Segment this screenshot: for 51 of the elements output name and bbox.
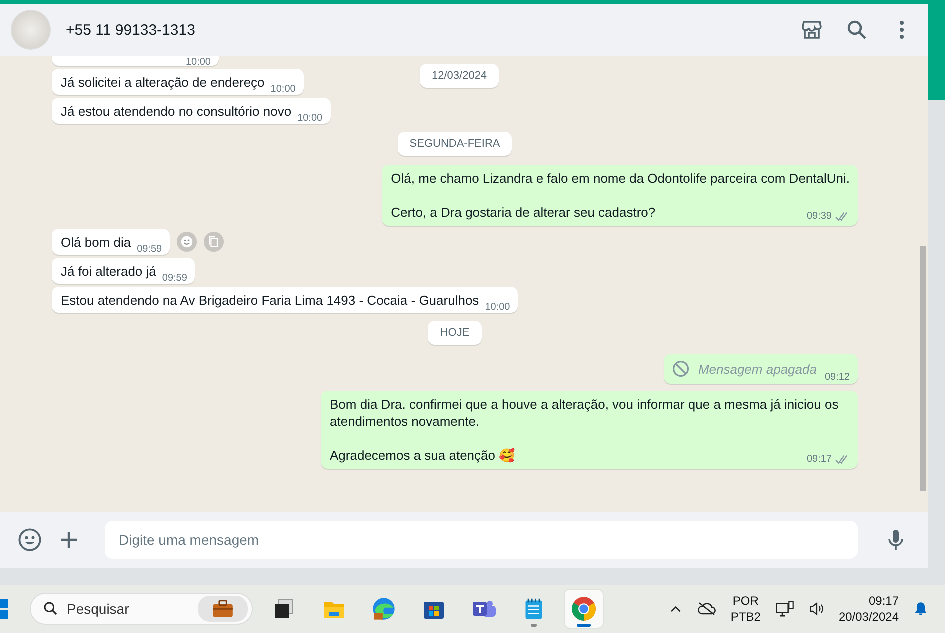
message-time: 10:00 — [298, 113, 323, 124]
message-bubble[interactable]: Já solicitei a alteração de endereço 10:00 — [52, 69, 304, 95]
message-input[interactable]: Digite uma mensagem — [105, 521, 858, 559]
date-divider: HOJE — [428, 321, 482, 345]
message-bubble[interactable]: Bom dia Dra. confirmei que a houve a alteração, vou informar que a mesma já iniciou os atendimentos novamente. Agradecemos a sua atenção 🥰 09:17 — [321, 391, 858, 469]
message-text: Já estou atendendo no consultório novo — [61, 103, 292, 120]
message-text: Certo, a Dra gostaria de alterar seu cadastro? — [391, 204, 656, 221]
message-time: 09:59 — [137, 244, 162, 255]
scrollbar-thumb[interactable] — [920, 246, 926, 491]
message-text: Bom dia Dra. confirmei que a houve a alteração, vou informar que a mesma já iniciou os atendimentos novamente. — [330, 396, 840, 430]
date-divider: 12/03/2024 — [420, 64, 500, 88]
message-text: Olá, me chamo Lizandra e falo em nome da Odontolife parceira com DentalUni. — [391, 170, 850, 187]
contact-name[interactable]: +55 11 99133-1313 — [66, 22, 785, 38]
network-icon[interactable] — [774, 600, 795, 618]
notification-bell-icon[interactable] — [913, 601, 929, 617]
reaction-button[interactable] — [177, 232, 198, 252]
message-time: 10:00 — [485, 302, 510, 313]
search-icon[interactable] — [845, 18, 869, 42]
message-time: 09:12 — [824, 372, 850, 383]
taskbar-search-field[interactable]: Pesquisar — [30, 593, 253, 625]
message-time: 09:59 — [162, 273, 188, 284]
message-text: Estou atendendo na Av Brigadeiro Faria Lima 1493 - Cocaia - Guarulhos — [61, 292, 480, 309]
message-bubble[interactable]: Já estou atendendo no consultório novo 10:00 — [52, 98, 331, 124]
cloud-off-icon[interactable] — [696, 601, 717, 617]
windows-start-icon[interactable] — [0, 599, 10, 619]
message-time: 10:00 — [186, 57, 211, 68]
store-icon[interactable] — [800, 18, 824, 42]
date-divider: SEGUNDA-FEIRA — [398, 132, 512, 156]
message-text: Olá bom dia — [61, 234, 132, 251]
message-bubble[interactable]: 10:00 — [52, 56, 219, 66]
keyboard-language-indicator[interactable]: POR PTB2 — [730, 593, 761, 625]
smiley-icon — [180, 235, 194, 249]
message-bubble[interactable]: Já foi alterado já 09:59 — [52, 258, 196, 284]
message-time: 09:17 — [806, 454, 832, 465]
briefcase-icon[interactable] — [198, 596, 248, 622]
message-bubble[interactable]: Estou atendendo na Av Brigadeiro Faria Lima 1493 - Cocaia - Guarulhos 10:00 — [52, 287, 518, 313]
message-time: 09:39 — [806, 211, 832, 222]
deleted-message-text: Mensagem apagada — [698, 362, 817, 376]
message-text: Já solicitei a alteração de endereço — [61, 74, 265, 91]
message-bubble[interactable]: Olá bom dia 09:59 — [52, 229, 170, 255]
message-text: Agradecemos a sua atenção 🥰 — [330, 447, 516, 464]
message-text: Já foi alterado já — [61, 263, 156, 280]
volume-icon[interactable] — [808, 601, 825, 617]
chrome-app-icon[interactable] — [565, 590, 603, 628]
message-time: 10:00 — [270, 84, 296, 95]
taskbar-clock[interactable]: 09:17 20/03/2024 — [838, 593, 899, 625]
emoji-icon[interactable] — [17, 527, 43, 553]
blocked-icon — [672, 360, 690, 378]
search-icon — [43, 601, 59, 617]
message-bubble[interactable]: Olá, me chamo Lizandra e falo em nome da Odontolife parceira com DentalUni. Certo, a Dra gostaria de alterar seu cadastro? 09:39 — [382, 165, 858, 226]
deleted-message-bubble[interactable]: Mensagem apagada 09:12 — [664, 354, 858, 384]
